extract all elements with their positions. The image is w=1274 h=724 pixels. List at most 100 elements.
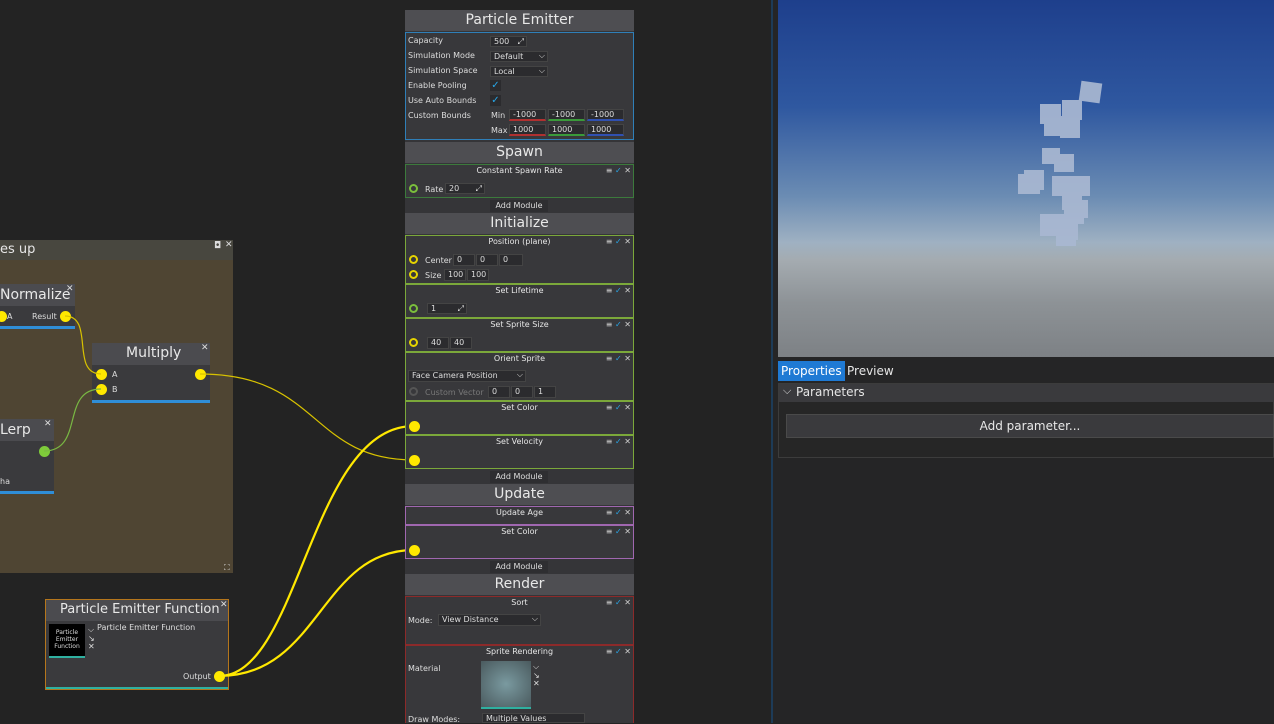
- draw-modes-dropdown[interactable]: Multiple Values: [482, 713, 585, 723]
- bounds-max-x[interactable]: 1000: [509, 124, 546, 136]
- lerp-pin-output[interactable]: [39, 446, 50, 457]
- initialize-add-module-button[interactable]: Add Module: [490, 471, 548, 483]
- sort-mode-chevron-icon: ⌵: [531, 614, 538, 623]
- sim-space-dropdown[interactable]: Local ⌵: [490, 66, 548, 77]
- module-set-color-init-tools[interactable]: ≡ ✓ ✕: [606, 403, 631, 412]
- spawn-add-module-button[interactable]: Add Module: [490, 200, 548, 212]
- comment-header[interactable]: es up ◘ ✕: [0, 240, 233, 260]
- orient-custom-x[interactable]: 0: [488, 386, 510, 398]
- module-velocity-tools[interactable]: ≡ ✓ ✕: [606, 437, 631, 446]
- lerp-alpha-label: ha: [0, 477, 10, 486]
- pooling-checkbox[interactable]: ✓: [490, 80, 501, 91]
- capacity-field[interactable]: 500 ⤢: [490, 36, 527, 47]
- pooling-label: Enable Pooling: [408, 81, 467, 90]
- function-output-label: Output: [183, 672, 211, 681]
- normalize-pin-result[interactable]: [60, 311, 71, 322]
- position-center-label: Center: [425, 256, 452, 265]
- bounds-min-x[interactable]: -1000: [509, 109, 546, 121]
- spawn-rate-field[interactable]: 20 ⤢: [445, 183, 485, 194]
- module-orient-tools[interactable]: ≡ ✓ ✕: [606, 354, 631, 363]
- module-update-age-tools[interactable]: ≡ ✓ ✕: [606, 508, 631, 517]
- particle-sprites: [1018, 80, 1103, 246]
- normalize-footer-bar: [0, 326, 75, 329]
- sprite-size-pin[interactable]: [409, 338, 418, 347]
- chevron-down-icon: ⌵: [783, 384, 792, 397]
- lifetime-drag-icon[interactable]: ⤢: [458, 304, 464, 314]
- capacity-drag-icon[interactable]: ⤢: [518, 37, 524, 47]
- add-parameter-button[interactable]: Add parameter...: [786, 414, 1274, 438]
- multiply-pin-b-label: B: [112, 385, 118, 394]
- position-size-pin[interactable]: [409, 270, 418, 279]
- position-size-y[interactable]: 100: [467, 269, 489, 281]
- position-center-x[interactable]: 0: [453, 254, 475, 266]
- sim-space-value: Local: [494, 67, 515, 76]
- position-size-x[interactable]: 100: [444, 269, 466, 281]
- comment-close-icon[interactable]: ✕: [225, 240, 233, 250]
- orient-custom-label: Custom Vector: [425, 388, 484, 397]
- orient-custom-pin[interactable]: [409, 387, 418, 396]
- set-color-update-pin[interactable]: [409, 545, 420, 556]
- material-thumbnail[interactable]: [481, 661, 531, 709]
- function-thumbnail[interactable]: Particle Emitter Function: [49, 624, 85, 658]
- lifetime-field[interactable]: 1 ⤢: [427, 303, 467, 314]
- position-center-z[interactable]: 0: [499, 254, 523, 266]
- bounds-min-z[interactable]: -1000: [587, 109, 624, 121]
- bounds-min-label: Min: [491, 111, 506, 120]
- multiply-pin-output[interactable]: [195, 369, 206, 380]
- orient-custom-z[interactable]: 1: [534, 386, 556, 398]
- position-center-pin[interactable]: [409, 255, 418, 264]
- lerp-close-icon[interactable]: ✕: [44, 419, 52, 429]
- position-center-y[interactable]: 0: [476, 254, 498, 266]
- sort-mode-dropdown[interactable]: View Distance ⌵: [438, 614, 541, 626]
- comment-color-icon[interactable]: ◘: [214, 241, 221, 251]
- module-set-color-init[interactable]: Set Color ≡ ✓ ✕: [405, 401, 634, 435]
- module-spawn-rate-tools[interactable]: ≡ ✓ ✕: [606, 166, 631, 175]
- function-node-close-icon[interactable]: ✕: [220, 600, 228, 610]
- emitter-title: Particle Emitter: [465, 12, 574, 28]
- normalize-node-header[interactable]: Normalize ✕: [0, 284, 75, 306]
- preview-viewport[interactable]: [778, 0, 1274, 357]
- orient-mode-dropdown[interactable]: Face Camera Position ⌵: [408, 370, 526, 382]
- lerp-node-header[interactable]: Lerp ✕: [0, 419, 54, 441]
- module-sort-tools[interactable]: ≡ ✓ ✕: [606, 598, 631, 607]
- normalize-pin-a-label: A: [7, 312, 13, 321]
- function-pin-output[interactable]: [214, 671, 225, 682]
- module-update-age[interactable]: Update Age ≡ ✓ ✕: [405, 506, 634, 525]
- module-velocity[interactable]: Set Velocity ≡ ✓ ✕: [405, 435, 634, 469]
- material-clear-icon[interactable]: ✕: [533, 679, 540, 688]
- module-sprite-size-tools[interactable]: ≡ ✓ ✕: [606, 320, 631, 329]
- comment-resize-icon[interactable]: ⛶: [224, 563, 230, 573]
- multiply-close-icon[interactable]: ✕: [201, 343, 209, 353]
- parameters-group-header[interactable]: ⌵ Parameters: [779, 384, 1274, 402]
- module-sprite-render-tools[interactable]: ≡ ✓ ✕: [606, 647, 631, 656]
- module-lifetime-tools[interactable]: ≡ ✓ ✕: [606, 286, 631, 295]
- spawn-rate-drag-icon[interactable]: ⤢: [476, 184, 482, 194]
- sprite-size-x[interactable]: 40: [427, 337, 449, 349]
- orient-custom-y[interactable]: 0: [511, 386, 533, 398]
- lifetime-pin[interactable]: [409, 304, 418, 313]
- autobounds-checkbox[interactable]: ✓: [490, 95, 501, 106]
- sim-mode-dropdown[interactable]: Default ⌵: [490, 51, 548, 62]
- module-set-color-update[interactable]: Set Color ≡ ✓ ✕: [405, 525, 634, 559]
- bounds-min-x-value: -1000: [513, 110, 537, 119]
- add-parameter-label: Add parameter...: [979, 419, 1081, 433]
- tab-preview[interactable]: Preview: [844, 361, 897, 381]
- bounds-max-z[interactable]: 1000: [587, 124, 624, 136]
- function-node-header[interactable]: Particle Emitter Function ✕: [46, 600, 228, 621]
- bounds-min-y[interactable]: -1000: [548, 109, 585, 121]
- function-asset-clear-icon[interactable]: ✕: [88, 642, 95, 651]
- multiply-node-header[interactable]: Multiply ✕: [92, 343, 210, 365]
- module-position-tools[interactable]: ≡ ✓ ✕: [606, 237, 631, 246]
- bounds-max-y[interactable]: 1000: [548, 124, 585, 136]
- position-size-y-value: 100: [471, 270, 487, 279]
- normalize-close-icon[interactable]: ✕: [66, 284, 74, 294]
- multiply-pin-b[interactable]: [96, 384, 107, 395]
- update-add-module-button[interactable]: Add Module: [490, 561, 548, 573]
- spawn-rate-pin[interactable]: [409, 184, 418, 193]
- velocity-pin[interactable]: [409, 455, 420, 466]
- multiply-pin-a[interactable]: [96, 369, 107, 380]
- set-color-init-pin[interactable]: [409, 421, 420, 432]
- sprite-size-y[interactable]: 40: [450, 337, 472, 349]
- module-set-color-update-tools[interactable]: ≡ ✓ ✕: [606, 527, 631, 536]
- tab-properties[interactable]: Properties: [778, 361, 845, 381]
